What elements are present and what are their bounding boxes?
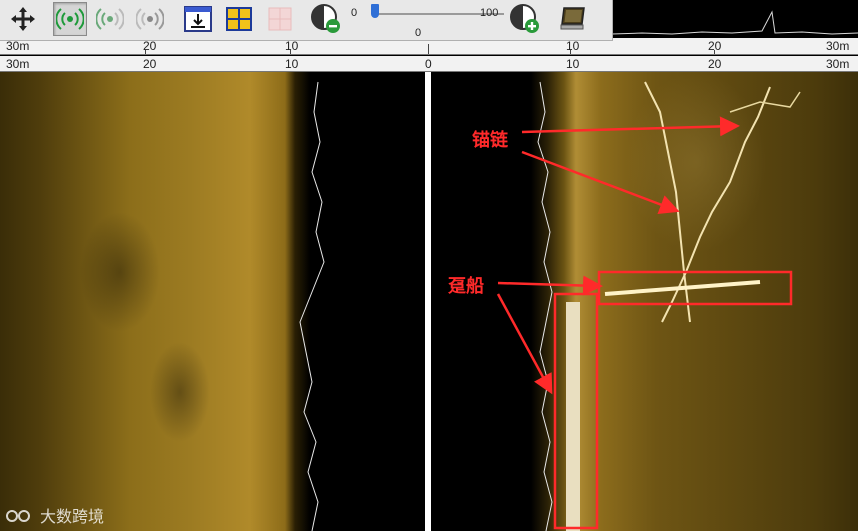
screen-capture-button[interactable] xyxy=(181,2,215,36)
starboard-bottom-trace xyxy=(537,81,553,531)
sonar-port-button[interactable] xyxy=(93,2,127,36)
scale-tick xyxy=(145,50,146,54)
scale-tick xyxy=(570,50,571,54)
scale-tick-label: 20 xyxy=(708,57,722,71)
contrast-increase-icon xyxy=(510,4,539,33)
toolbar: 0 100 0 xyxy=(0,0,613,41)
display-monitor-icon xyxy=(560,7,585,30)
signal-waterfall xyxy=(611,0,858,38)
brightness-slider-thumb[interactable] xyxy=(371,4,379,18)
sonar-both-sides-icon xyxy=(56,8,84,30)
sonar-both-button[interactable] xyxy=(53,2,87,36)
contrast-decrease-button[interactable] xyxy=(309,2,343,36)
contrast-decrease-icon xyxy=(311,4,340,33)
range-scale-lower: 30m 20 10 0 10 20 30m xyxy=(0,56,858,72)
arrow-chain-lower xyxy=(521,150,680,215)
sonar-image-view[interactable]: 锚链 趸船 xyxy=(0,72,858,531)
watermark-text: 大数跨境 xyxy=(40,507,105,526)
scale-tick-label: 30m xyxy=(826,57,850,71)
disabled-view-icon xyxy=(268,7,292,31)
port-bottom-trace xyxy=(299,81,325,531)
sonar-features xyxy=(299,81,801,531)
pan-move-icon xyxy=(11,7,35,31)
sunken-ship-hull xyxy=(604,280,761,296)
sonar-starboard-button[interactable] xyxy=(133,2,167,36)
split-view-icon xyxy=(226,7,252,31)
scale-tick-label: 0 xyxy=(425,57,432,71)
display-settings-button[interactable] xyxy=(556,2,590,36)
scale-tick-label: 10 xyxy=(285,39,299,53)
split-view-button[interactable] xyxy=(222,2,256,36)
scale-tick xyxy=(714,50,715,54)
watermark: 大数跨境 xyxy=(6,503,104,527)
sonar-port-icon xyxy=(96,8,124,30)
slider-min-label: 0 xyxy=(351,7,358,19)
scale-tick-label: 30m xyxy=(826,39,850,53)
scale-tick-label: 10 xyxy=(566,39,580,53)
contrast-increase-button[interactable] xyxy=(508,2,542,36)
arrow-ship-hull xyxy=(497,275,603,296)
label-sunken-ship: 趸船 xyxy=(448,276,484,297)
scale-tick-label: 10 xyxy=(285,57,299,71)
slider-value-label: 0 xyxy=(415,27,422,39)
sunken-ship-body xyxy=(566,302,580,531)
scale-tick xyxy=(428,44,429,54)
pan-button[interactable] xyxy=(6,2,40,36)
scale-tick-label: 30m xyxy=(6,57,30,71)
screen-download-icon xyxy=(184,6,212,32)
label-anchor-chain: 锚链 xyxy=(472,130,508,151)
sonar-starboard-icon xyxy=(136,8,164,30)
scale-tick-label: 10 xyxy=(566,57,580,71)
watermark-logo-icon xyxy=(6,510,30,522)
slider-max-label: 100 xyxy=(480,7,499,19)
scale-tick-label: 20 xyxy=(143,57,157,71)
arrow-chain-upper xyxy=(521,116,740,137)
scale-tick-label: 30m xyxy=(6,39,30,53)
disabled-view-button[interactable] xyxy=(263,2,297,36)
scale-tick xyxy=(290,50,291,54)
signal-trace xyxy=(611,10,858,35)
